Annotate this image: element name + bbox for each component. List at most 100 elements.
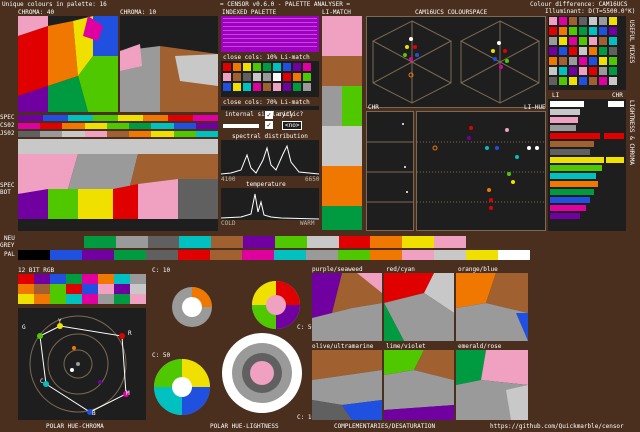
- rgb12-map: [18, 274, 146, 304]
- close-cols-10-label: close cols: 10% Li-match: [223, 54, 310, 61]
- spectral-max: 6650: [305, 176, 320, 183]
- close-cols-10-grid: [221, 61, 319, 97]
- temperature-label: temperature: [246, 181, 286, 188]
- polar-hue-lightness-label: POLAR HUE-LIGHTNESS: [210, 423, 279, 430]
- complementary-olive-ultramarine: [312, 350, 382, 420]
- cam16ucs-panel: [366, 16, 546, 108]
- complementary-label-3: orange/blue: [458, 266, 498, 273]
- palette-stripe: [18, 250, 530, 260]
- complementary-label-4: olive/ultramarine: [312, 343, 374, 350]
- hue-letter-r: R: [128, 330, 132, 337]
- li-hue-label: LI-HUE: [524, 104, 546, 111]
- cyclic-no-button[interactable]: <no>: [282, 121, 303, 130]
- li-match-plot: [322, 16, 362, 230]
- complementary-orange-blue: [456, 273, 528, 341]
- chroma-10-plot: [120, 16, 218, 112]
- similarity-checkbox[interactable]: ✓: [265, 111, 273, 119]
- useful-mixes-cells: [549, 17, 617, 85]
- chroma-40-map: [18, 16, 118, 112]
- cs02-label: CS02: [0, 122, 15, 129]
- complementary-emerald-rose: [456, 350, 528, 420]
- spectral-chart: [220, 140, 320, 176]
- spectral-curve: [220, 144, 320, 175]
- cam16ucs-plot: [372, 20, 540, 104]
- close-cols-70-strip: [221, 106, 319, 110]
- c50b-label: C: 50: [152, 352, 171, 359]
- li-hue-plot: [416, 111, 546, 231]
- rgb12-row3: [18, 294, 146, 304]
- bot-label: BOT: [0, 189, 11, 196]
- complementary-purple-seaweed-map: [312, 273, 382, 341]
- chroma-10-label: CHROMA: 10: [120, 9, 157, 16]
- rgb12-label: 12 BIT RGB: [18, 267, 55, 274]
- hue-letter-y: Y: [58, 318, 62, 325]
- hue-letter-c: C: [40, 378, 44, 385]
- complementary-olive-ultramarine-map: [312, 350, 382, 420]
- polar-hue-lightness-plot: [154, 281, 302, 415]
- polar-hue-chroma-plot: [29, 315, 129, 415]
- unique-colours-count: Unique colours in palette: 16: [2, 1, 107, 8]
- chroma-10-map: [120, 16, 218, 112]
- indexed-palette-grid: [221, 16, 319, 52]
- li-label: LI: [552, 92, 560, 99]
- complementary-orange-blue-map: [456, 273, 528, 341]
- indexed-palette-label: INDEXED PALETTE: [222, 9, 277, 16]
- temperature-curve: [220, 193, 320, 220]
- hue-letter-b: B: [92, 410, 96, 417]
- lightness-chroma-label: LIGHTNESS & CHROMA: [628, 100, 635, 166]
- lightness-chroma-plot: [550, 101, 624, 219]
- grey-label: GREY: [0, 242, 15, 249]
- spec-stripe: [18, 115, 218, 121]
- neu-label: NEU: [4, 235, 15, 242]
- colour-difference: Colour difference: CAM16UCS: [530, 1, 628, 8]
- li-hue-scatter: [417, 126, 545, 210]
- cyclic-checkbox[interactable]: ✓: [265, 121, 273, 129]
- rgb12-row1: [18, 274, 146, 284]
- rgb12-row2: [18, 284, 146, 294]
- similarity-bar: [223, 124, 259, 128]
- js02-label: JS02: [0, 130, 15, 137]
- chr-right-label: CHR: [612, 92, 623, 99]
- chroma-40-plot: [18, 16, 118, 112]
- chr-strip: [366, 111, 414, 231]
- li-match-column: [322, 16, 362, 230]
- chr-left-label: CHR: [368, 104, 379, 111]
- polar-hue-chroma: [18, 308, 146, 420]
- app-title: = CENSOR v0.6.0 - PALETTE ANALYSER =: [220, 1, 351, 8]
- cold-label: COLD: [221, 220, 236, 227]
- complementary-purple-seaweed: [312, 273, 382, 341]
- spec-label: SPEC: [0, 114, 15, 121]
- complementaries-label: COMPLEMENTARIES/DESATURATION: [334, 423, 436, 430]
- chroma-40-label: CHROMA: 40: [18, 9, 55, 16]
- useful-mixes-label: USEFUL MIXES: [628, 20, 635, 64]
- close-cols-10-cells: [221, 61, 319, 97]
- spectral-min: 4100: [221, 176, 236, 183]
- complementary-lime-violet-map: [384, 350, 454, 420]
- js02-stripe: [18, 131, 218, 137]
- hue-letter-m: M: [126, 390, 130, 397]
- complementary-label-1: purple/seaweed: [312, 266, 363, 273]
- hue-letter-g: G: [22, 324, 26, 331]
- c10-label: C: 10: [152, 267, 171, 274]
- complementary-emerald-rose-map: [456, 350, 528, 420]
- spec-bot-plot: [18, 139, 218, 231]
- chr-strip-plot: [367, 123, 413, 203]
- complementary-red-cyan: [384, 273, 454, 341]
- warm-label: WARM: [300, 220, 315, 227]
- illuminant: Illuminant: D(T=5500.0°K): [545, 8, 636, 15]
- github-url[interactable]: https://github.com/Quickmarble/censor: [490, 423, 624, 430]
- lightness-chroma-bars: [548, 99, 626, 231]
- complementary-label-5: lime/violet: [386, 343, 426, 350]
- spec-bot-label: SPEC: [0, 182, 15, 189]
- li-match-label: LI-MATCH: [322, 9, 351, 16]
- useful-mixes-grid: [548, 16, 626, 90]
- cs02-stripe: [18, 123, 218, 129]
- complementary-label-6: emerald/rose: [458, 343, 502, 350]
- polar-hue-lightness: [150, 275, 310, 421]
- spectral-distribution-label: spectral distribution: [232, 133, 308, 140]
- pal-label: PAL: [4, 251, 15, 258]
- indexed-palette: [221, 16, 319, 52]
- cam16ucs-label: CAM16UCS COLOURSPACE: [415, 9, 488, 16]
- spec-bot-map: [18, 139, 218, 231]
- close-cols-70-label: close cols: 70% Li-match: [223, 99, 310, 106]
